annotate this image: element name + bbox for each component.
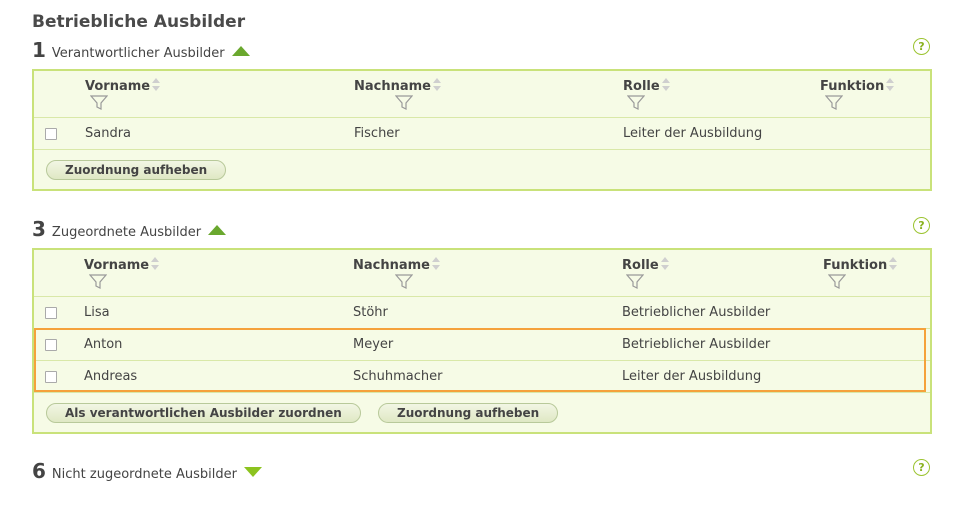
triangle-up-icon[interactable] <box>231 46 250 56</box>
help-icon[interactable]: ? <box>913 217 930 234</box>
table-header: Vorname Nachname Rolle Funktion <box>34 250 930 297</box>
table-row[interactable]: Anton Meyer Betrieblicher Ausbilder <box>34 329 930 361</box>
sort-arrows-icon[interactable] <box>150 257 160 271</box>
section-label: Verantwortlicher Ausbilder <box>51 46 225 61</box>
funnel-filter-icon[interactable] <box>89 274 107 290</box>
cell-vorname: Andreas <box>84 369 138 384</box>
column-header-funktion[interactable]: Funktion <box>823 257 898 273</box>
cell-rolle: Leiter der Ausbildung <box>623 126 763 141</box>
column-header-vorname[interactable]: Vorname <box>85 78 161 94</box>
column-header-rolle[interactable]: Rolle <box>622 257 670 273</box>
funnel-filter-icon[interactable] <box>395 274 413 290</box>
row-checkbox[interactable] <box>45 128 57 140</box>
column-header-funktion[interactable]: Funktion <box>820 78 895 94</box>
funnel-filter-icon[interactable] <box>626 274 644 290</box>
section-label: Nicht zugeordnete Ausbilder <box>51 467 237 482</box>
button-bar: Zuordnung aufheben <box>34 150 930 189</box>
button-bar: Als verantwortlichen Ausbilder zuordnen … <box>34 393 930 432</box>
sort-arrows-icon[interactable] <box>888 257 898 271</box>
table-header: Vorname Nachname Rolle Funktion <box>34 71 930 118</box>
table-zugeordnete: Vorname Nachname Rolle Funktion Lisa Stö… <box>32 248 932 434</box>
row-checkbox[interactable] <box>45 307 57 319</box>
funnel-filter-icon[interactable] <box>627 95 645 111</box>
sort-arrows-icon[interactable] <box>661 78 671 92</box>
sort-arrows-icon[interactable] <box>151 78 161 92</box>
cell-nachname: Fischer <box>354 126 400 141</box>
section-number: 1 <box>32 38 46 62</box>
column-header-rolle[interactable]: Rolle <box>623 78 671 94</box>
cell-vorname: Sandra <box>85 126 132 141</box>
zuordnung-aufheben-button[interactable]: Zuordnung aufheben <box>46 160 227 180</box>
row-checkbox[interactable] <box>45 371 57 383</box>
column-header-nachname[interactable]: Nachname <box>353 257 441 273</box>
sort-arrows-icon[interactable] <box>432 78 442 92</box>
section-label: Zugeordnete Ausbilder <box>51 225 202 240</box>
sort-arrows-icon[interactable] <box>660 257 670 271</box>
funnel-filter-icon[interactable] <box>825 95 843 111</box>
row-checkbox[interactable] <box>45 339 57 351</box>
cell-rolle: Leiter der Ausbildung <box>622 369 762 384</box>
sort-arrows-icon[interactable] <box>885 78 895 92</box>
table-row[interactable]: Lisa Stöhr Betrieblicher Ausbilder <box>34 297 930 329</box>
table-row[interactable]: Sandra Fischer Leiter der Ausbildung <box>34 118 930 150</box>
page-title: Betriebliche Ausbilder <box>32 12 246 32</box>
funnel-filter-icon[interactable] <box>828 274 846 290</box>
section-number: 3 <box>32 217 46 241</box>
section-header-zugeordnete[interactable]: 3 Zugeordnete Ausbilder <box>32 217 227 241</box>
help-icon[interactable]: ? <box>913 38 930 55</box>
section-header-nicht-zugeordnete[interactable]: 6 Nicht zugeordnete Ausbilder <box>32 459 262 483</box>
cell-nachname: Schuhmacher <box>353 369 443 384</box>
cell-vorname: Anton <box>84 337 123 352</box>
sort-arrows-icon[interactable] <box>431 257 441 271</box>
zuordnung-aufheben-button[interactable]: Zuordnung aufheben <box>378 403 559 423</box>
triangle-down-icon[interactable] <box>243 467 262 477</box>
cell-nachname: Stöhr <box>353 305 388 320</box>
section-number: 6 <box>32 459 46 483</box>
cell-rolle: Betrieblicher Ausbilder <box>622 337 771 352</box>
funnel-filter-icon[interactable] <box>90 95 108 111</box>
cell-vorname: Lisa <box>84 305 110 320</box>
column-header-vorname[interactable]: Vorname <box>84 257 160 273</box>
triangle-up-icon[interactable] <box>208 225 227 235</box>
funnel-filter-icon[interactable] <box>395 95 413 111</box>
help-icon[interactable]: ? <box>913 459 930 476</box>
section-header-verantwortlicher[interactable]: 1 Verantwortlicher Ausbilder <box>32 38 250 62</box>
table-verantwortlicher: Vorname Nachname Rolle Funktion Sandra F… <box>32 69 932 191</box>
table-row[interactable]: Andreas Schuhmacher Leiter der Ausbildun… <box>34 361 930 393</box>
column-header-nachname[interactable]: Nachname <box>354 78 442 94</box>
cell-nachname: Meyer <box>353 337 394 352</box>
cell-rolle: Betrieblicher Ausbilder <box>622 305 771 320</box>
als-verantwortlichen-zuordnen-button[interactable]: Als verantwortlichen Ausbilder zuordnen <box>46 403 361 423</box>
